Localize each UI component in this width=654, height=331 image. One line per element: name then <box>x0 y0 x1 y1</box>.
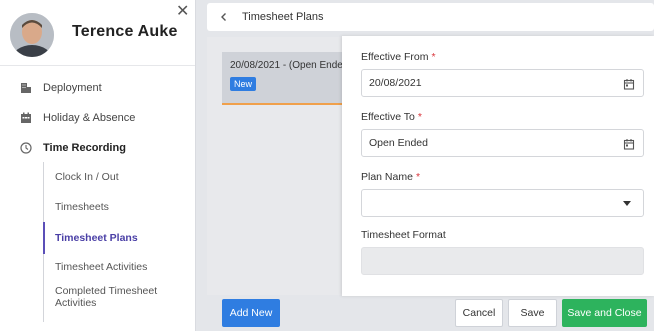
status-badge: New <box>230 77 257 91</box>
timesheet-format-field <box>361 247 644 275</box>
sidebar-item-label: Deployment <box>43 82 102 94</box>
required-marker: * <box>415 171 421 183</box>
user-name: Terence Auke <box>72 23 178 40</box>
profile-header: Terence Auke ✕ <box>0 0 195 66</box>
clock-icon <box>17 142 35 154</box>
calendar-icon[interactable] <box>623 77 635 90</box>
calendar-icon <box>17 112 35 124</box>
close-icon[interactable]: ✕ <box>176 4 189 20</box>
building-icon <box>17 82 35 94</box>
cancel-button[interactable]: Cancel <box>455 299 503 327</box>
sidebar-subitem-completed-timesheet-activities[interactable]: Completed Timesheet Activities <box>43 285 183 309</box>
required-marker: * <box>417 111 422 123</box>
plan-name-label: Plan Name * <box>361 171 420 183</box>
chevron-left-icon[interactable] <box>217 10 231 24</box>
sidebar-subitem-timesheet-activities[interactable]: Timesheet Activities <box>43 261 195 273</box>
calendar-icon[interactable] <box>623 137 635 150</box>
timesheet-format-label: Timesheet Format <box>361 229 446 241</box>
sidebar-item-label: Time Recording <box>43 142 126 154</box>
effective-to-label: Effective To * <box>361 111 422 123</box>
field-label-text: Effective From <box>361 51 429 63</box>
page-title: Timesheet Plans <box>242 11 324 23</box>
plan-name-select[interactable] <box>361 189 644 217</box>
sidebar-subitem-timesheet-plans[interactable]: Timesheet Plans <box>43 222 195 254</box>
sidebar-item-holiday-absence[interactable]: Holiday & Absence <box>0 103 195 133</box>
field-label-text: Plan Name <box>361 171 413 183</box>
effective-to-field[interactable]: Open Ended <box>361 129 644 157</box>
sidebar: Terence Auke ✕ Deployment Holiday & Abse… <box>0 0 196 331</box>
plan-list-item[interactable]: 20/08/2021 - (Open Ende New <box>222 52 347 105</box>
effective-from-field[interactable]: 20/08/2021 <box>361 69 644 97</box>
avatar <box>10 13 54 57</box>
effective-from-value: 20/08/2021 <box>369 77 422 89</box>
sidebar-subitem-timesheets[interactable]: Timesheets <box>43 201 195 213</box>
sidebar-item-deployment[interactable]: Deployment <box>0 73 195 103</box>
sidebar-item-time-recording[interactable]: Time Recording <box>0 133 195 163</box>
caret-down-icon <box>623 201 631 206</box>
save-button[interactable]: Save <box>508 299 557 327</box>
effective-to-value: Open Ended <box>369 137 428 149</box>
field-label-text: Effective To <box>361 111 415 123</box>
sidebar-subitem-clock-in-out[interactable]: Clock In / Out <box>43 171 195 183</box>
page-header: Timesheet Plans <box>207 3 654 31</box>
effective-from-label: Effective From * <box>361 51 436 63</box>
plan-form-panel: Effective From * 20/08/2021 Effective To *… <box>342 36 654 296</box>
required-marker: * <box>431 51 436 63</box>
add-new-button[interactable]: Add New <box>222 299 280 327</box>
save-and-close-button[interactable]: Save and Close <box>562 299 647 327</box>
sidebar-item-label: Holiday & Absence <box>43 112 136 124</box>
plan-date-range: 20/08/2021 - (Open Ende <box>230 60 343 71</box>
